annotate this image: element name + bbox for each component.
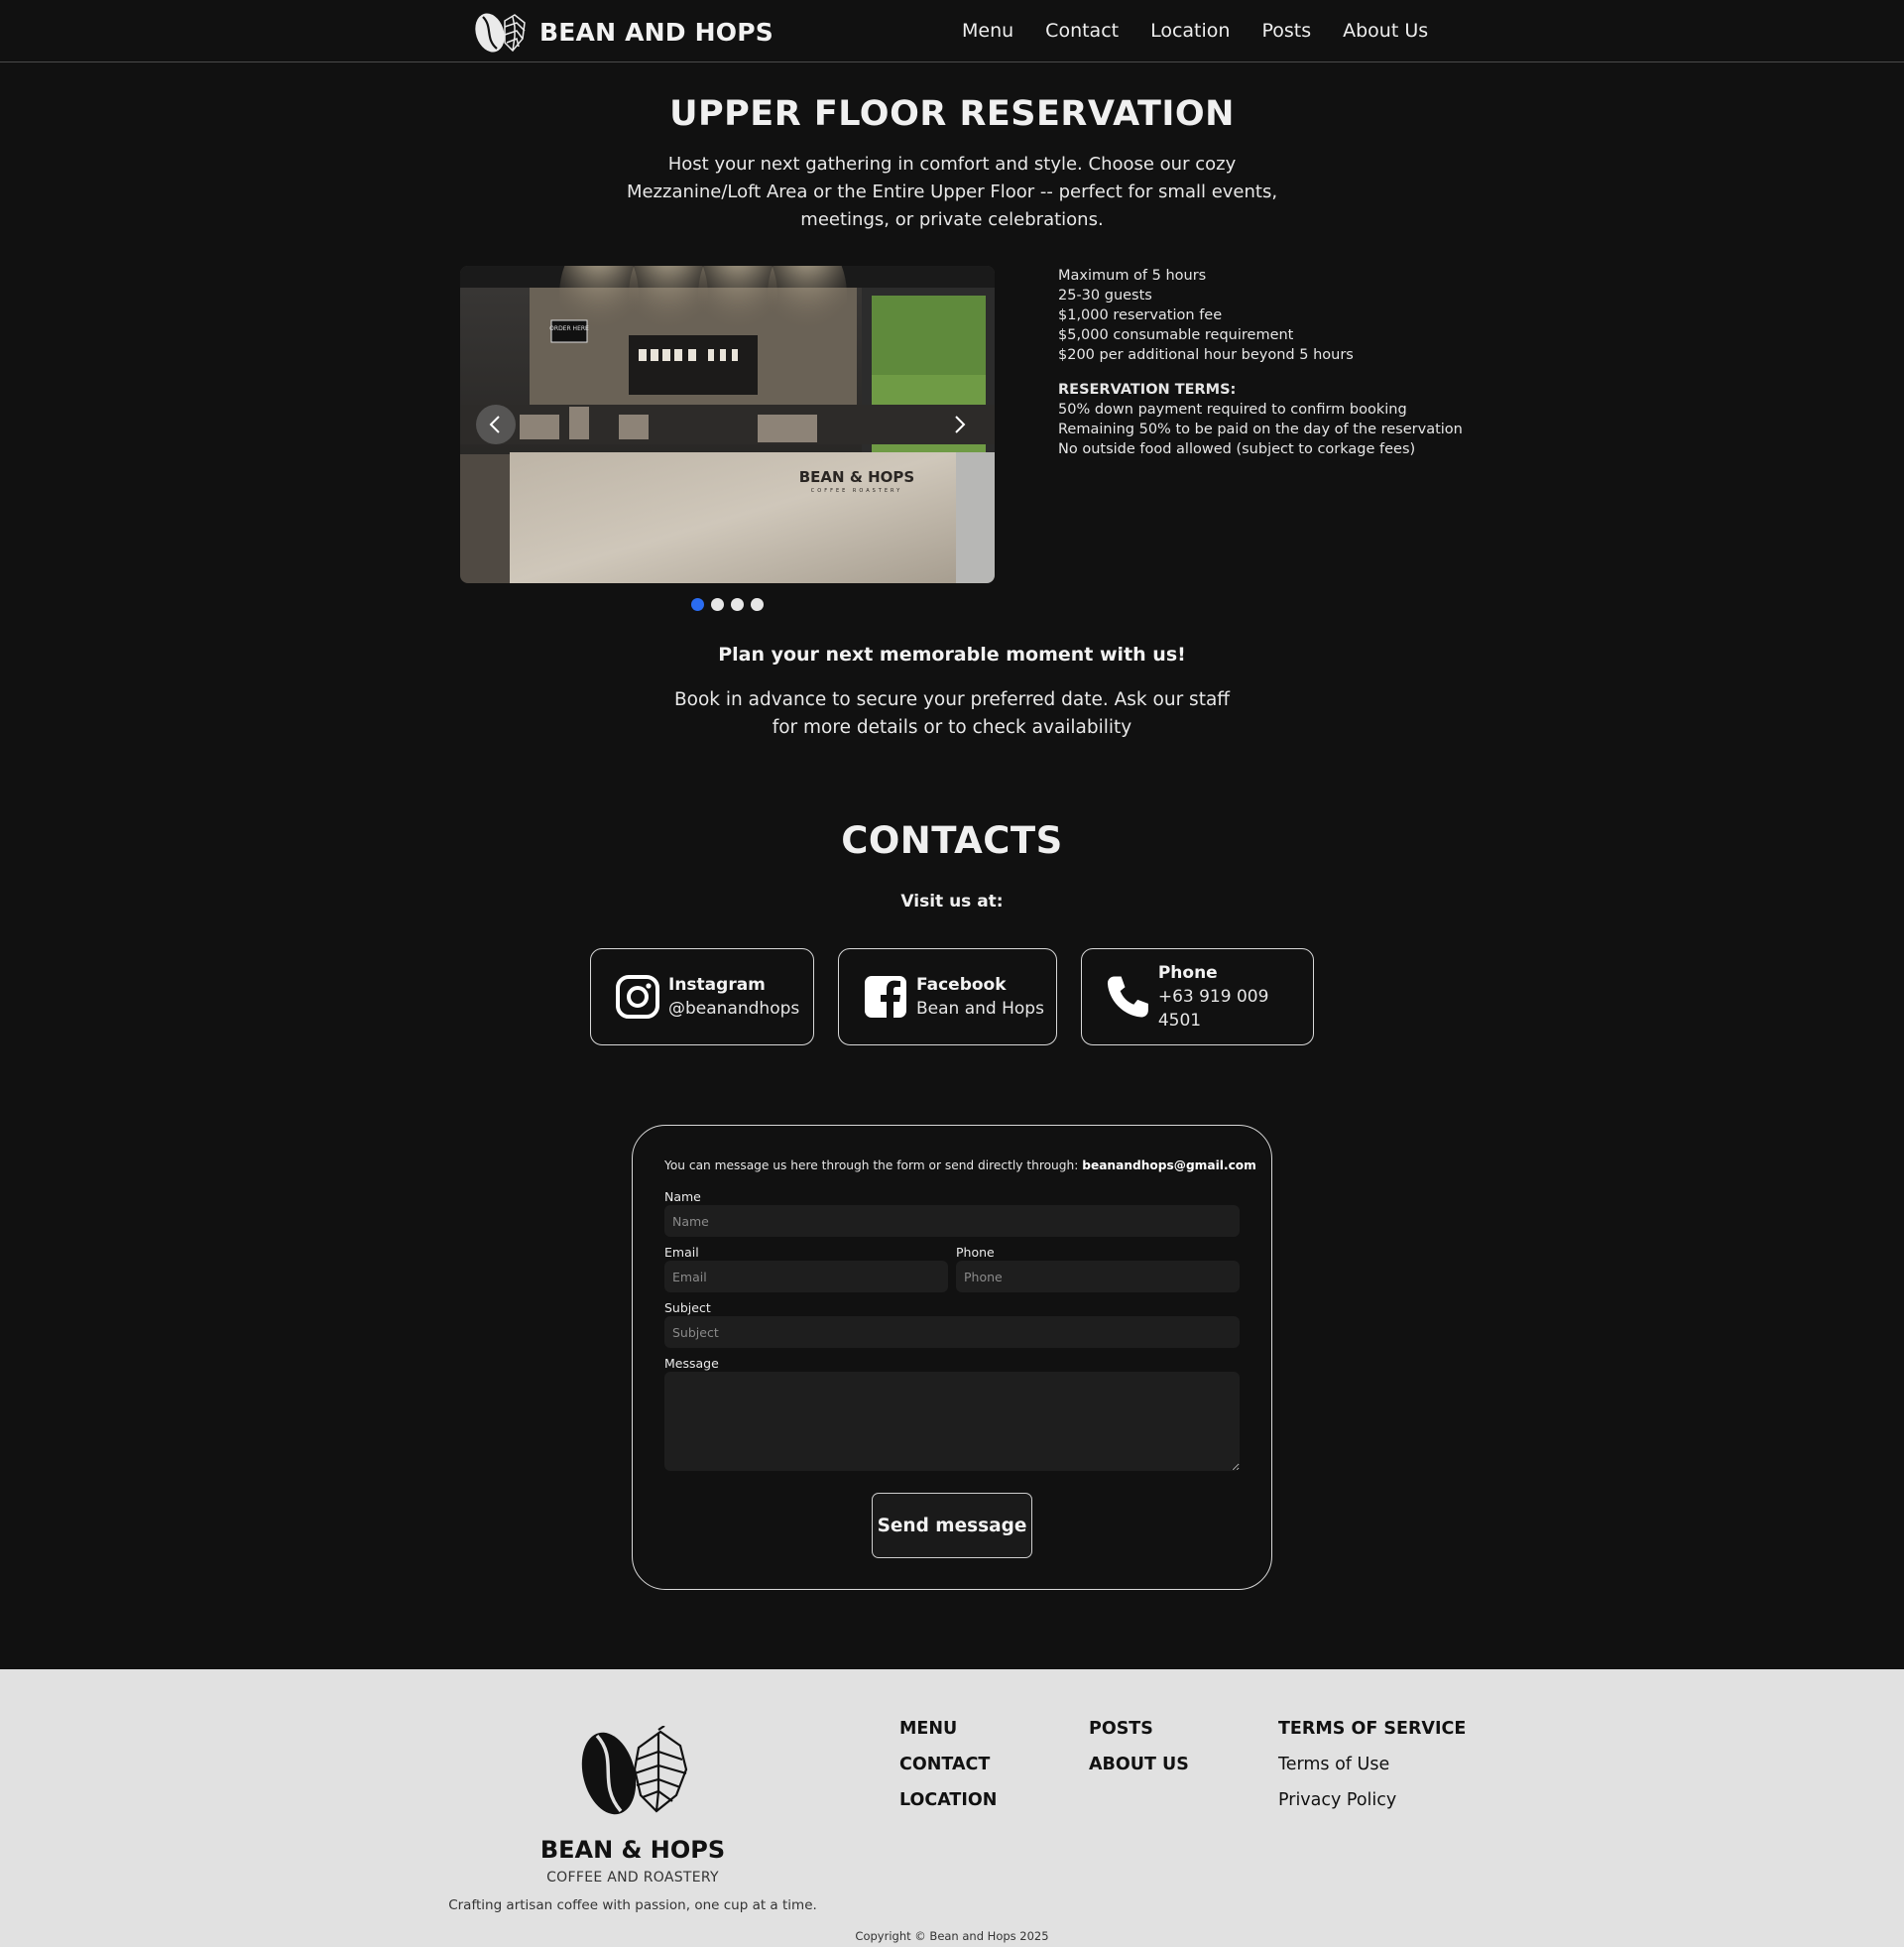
phone-card[interactable]: Phone +63 919 009 4501 [1081, 948, 1314, 1045]
carousel-next-button[interactable] [939, 405, 979, 444]
form-note-text: You can message us here through the form… [664, 1158, 1079, 1172]
main-nav: Menu Contact Location Posts About Us [962, 20, 1460, 42]
name-label: Name [664, 1189, 701, 1204]
contacts-title: CONTACTS [841, 819, 1063, 862]
carousel-prev-button[interactable] [476, 405, 516, 444]
nav-link-about-us[interactable]: About Us [1343, 20, 1428, 42]
email-input[interactable] [664, 1261, 948, 1292]
form-note: You can message us here through the form… [664, 1158, 1256, 1172]
footer-tagline: Crafting artisan coffee with passion, on… [448, 1897, 817, 1913]
footer-link-terms-of-use[interactable]: Terms of Use [1278, 1747, 1466, 1782]
message-textarea[interactable] [664, 1372, 1240, 1471]
phone-title: Phone [1157, 963, 1218, 983]
nav-link-menu[interactable]: Menu [962, 20, 1013, 42]
footer-link-contact[interactable]: CONTACT [899, 1747, 997, 1782]
plan-text: Book in advance to secure your preferred… [673, 689, 1231, 738]
carousel-dot-3[interactable] [731, 598, 744, 611]
contact-form: You can message us here through the form… [632, 1125, 1272, 1590]
brand-name: BEAN AND HOPS [539, 17, 774, 47]
footer-col-2: POSTS ABOUT US [1089, 1711, 1189, 1782]
contact-email[interactable]: beanandhops@gmail.com [1082, 1158, 1256, 1172]
facebook-page: Bean and Hops [916, 999, 1044, 1019]
facebook-card[interactable]: Facebook Bean and Hops [838, 948, 1057, 1045]
phone-number: +63 919 009 4501 [1157, 987, 1269, 1031]
subject-label: Subject [664, 1300, 711, 1315]
detail-fee: $1,000 reservation fee [1058, 307, 1223, 323]
chevron-left-icon [489, 416, 500, 433]
instagram-handle: @beanandhops [668, 999, 800, 1019]
facebook-icon [865, 976, 906, 1020]
reservation-title: UPPER FLOOR RESERVATION [669, 94, 1235, 134]
footer-col-3: TERMS OF SERVICE Terms of Use Privacy Po… [1278, 1711, 1466, 1818]
footer-col-1: MENU CONTACT LOCATION [899, 1711, 997, 1818]
site-footer: BEAN & HOPS COFFEE AND ROASTERY Crafting… [0, 1669, 1904, 1947]
plan-heading: Plan your next memorable moment with us! [718, 644, 1186, 666]
phone-label: Phone [956, 1245, 995, 1260]
instagram-card[interactable]: Instagram @beanandhops [590, 948, 814, 1045]
footer-terms-heading[interactable]: TERMS OF SERVICE [1278, 1711, 1466, 1747]
nav-link-posts[interactable]: Posts [1261, 20, 1311, 42]
carousel-dot-1[interactable] [691, 598, 704, 611]
carousel-dot-4[interactable] [751, 598, 764, 611]
terms-heading: RESERVATION TERMS: [1058, 382, 1237, 398]
facebook-title: Facebook [916, 975, 1007, 995]
term-down-payment: 50% down payment required to confirm boo… [1058, 402, 1407, 418]
counter-signage-sub: COFFEE ROASTERY [811, 488, 902, 494]
bean-and-hops-logo-icon [475, 13, 526, 53]
top-navbar: BEAN AND HOPS Menu Contact Location Post… [0, 0, 1904, 62]
instagram-title: Instagram [668, 975, 766, 995]
phone-icon [1107, 976, 1148, 1018]
reservation-intro: Host your next gathering in comfort and … [626, 154, 1278, 230]
footer-link-menu[interactable]: MENU [899, 1711, 997, 1747]
cafe-counter-photo: ORDER HERE BEAN & HOPS COFFEE ROASTERY [460, 266, 995, 583]
footer-link-privacy-policy[interactable]: Privacy Policy [1278, 1782, 1466, 1818]
brand-link[interactable]: BEAN AND HOPS [471, 9, 774, 55]
footer-brand: BEAN & HOPS [539, 1836, 726, 1864]
name-input[interactable] [664, 1205, 1240, 1237]
term-outside-food: No outside food allowed (subject to cork… [1058, 441, 1416, 457]
detail-hours: Maximum of 5 hours [1058, 268, 1207, 284]
carousel-dot-2[interactable] [711, 598, 724, 611]
send-message-button[interactable]: Send message [872, 1493, 1032, 1558]
message-label: Message [664, 1356, 719, 1371]
detail-guests: 25-30 guests [1058, 288, 1152, 304]
detail-additional-hour: $200 per additional hour beyond 5 hours [1058, 347, 1354, 363]
footer-subtitle: COFFEE AND ROASTERY [546, 1870, 719, 1886]
reservation-carousel[interactable]: ORDER HERE BEAN & HOPS COFFEE ROASTERY [460, 266, 995, 583]
subject-input[interactable] [664, 1316, 1240, 1348]
nav-link-contact[interactable]: Contact [1045, 20, 1119, 42]
order-here-sign: ORDER HERE [549, 325, 589, 332]
counter-signage: BEAN & HOPS [799, 468, 914, 486]
email-label: Email [664, 1245, 699, 1260]
chevron-right-icon [955, 416, 966, 433]
instagram-icon [616, 975, 659, 1019]
copyright: Copyright © Bean and Hops 2025 [855, 1929, 1049, 1943]
visit-us-label: Visit us at: [900, 892, 1004, 912]
bean-and-hops-footer-logo-icon [581, 1726, 688, 1815]
footer-link-posts[interactable]: POSTS [1089, 1711, 1189, 1747]
phone-input[interactable] [956, 1261, 1240, 1292]
footer-link-about-us[interactable]: ABOUT US [1089, 1747, 1189, 1782]
detail-consumable: $5,000 consumable requirement [1058, 327, 1294, 343]
nav-link-location[interactable]: Location [1150, 20, 1230, 42]
footer-link-location[interactable]: LOCATION [899, 1782, 997, 1818]
reservation-details: Maximum of 5 hours 25-30 guests $1,000 r… [1058, 266, 1463, 459]
carousel-indicators [691, 598, 764, 611]
term-remaining-payment: Remaining 50% to be paid on the day of t… [1058, 422, 1463, 437]
